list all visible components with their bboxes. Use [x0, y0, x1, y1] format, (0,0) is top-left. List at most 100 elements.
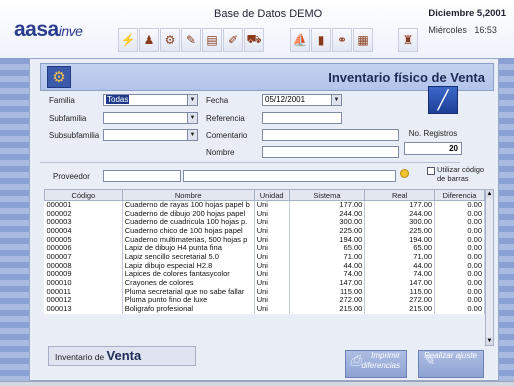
table-row[interactable]: 000001 Cuaderno de rayas 100 hojas papel … [44, 200, 485, 210]
table-cell[interactable]: 000006 [44, 244, 123, 253]
table-cell[interactable]: 000008 [44, 261, 123, 271]
table-cell[interactable]: Lapiz de dibujo H4 punta fina [122, 244, 255, 253]
table-cell[interactable]: 147.00 [289, 279, 366, 288]
table-row[interactable]: 000003 Cuaderno de cuadricula 100 hojas p… [44, 218, 485, 227]
table-cell[interactable]: Lapiz dibujo especial H2.8 [122, 261, 255, 271]
folder-icon[interactable]: ▮ [311, 28, 331, 52]
table-row[interactable]: 000011 Pluma secretarial que no sabe fall… [44, 287, 485, 297]
table-cell[interactable]: 0.00 [434, 270, 485, 279]
table-cell[interactable]: 272.00 [289, 296, 366, 306]
table-cell[interactable]: Cuaderno de cuadricula 100 hojas p. [122, 218, 255, 227]
table-cell[interactable]: Uni [254, 261, 290, 271]
table-cell[interactable]: Uni [254, 244, 290, 253]
subsubfamilia-select[interactable]: ▼ [103, 129, 198, 141]
pencil-icon[interactable]: ✐ [223, 28, 243, 52]
table-cell[interactable]: 000001 [44, 200, 123, 210]
table-cell[interactable]: Uni [254, 305, 290, 314]
familia-select[interactable]: Todas ▼ [103, 94, 198, 106]
col-real[interactable]: Real [364, 189, 436, 201]
table-cell[interactable]: 0.00 [434, 244, 485, 253]
chevron-down-icon[interactable]: ▼ [187, 130, 197, 140]
table-cell[interactable]: 000007 [44, 252, 123, 262]
chevron-down-icon[interactable]: ▼ [187, 95, 197, 105]
table-cell[interactable]: 74.00 [364, 270, 436, 279]
ship-icon[interactable]: ⛵ [290, 28, 310, 52]
table-cell[interactable]: Pluma secretarial que no sabe fallar [122, 287, 255, 297]
table-cell[interactable]: 71.00 [364, 252, 436, 262]
table-cell[interactable]: 177.00 [364, 200, 436, 210]
table-cell[interactable]: 000012 [44, 296, 123, 306]
table-cell[interactable]: 74.00 [289, 270, 366, 279]
col-nombre[interactable]: Nombre [121, 189, 255, 201]
person-icon[interactable]: ♜ [398, 28, 418, 52]
table-cell[interactable]: 0.00 [434, 261, 485, 271]
apply-adjustment-button[interactable]: ✎ Realizar ajuste [418, 350, 484, 378]
col-diferencia[interactable]: Diferencia [434, 189, 485, 201]
table-row[interactable]: 000007 Lapiz sencillo secretarial 5.0 Uni 7… [44, 252, 485, 262]
table-cell[interactable]: 0.00 [434, 287, 485, 297]
table-cell[interactable]: 000011 [44, 287, 123, 297]
network-icon[interactable]: ⚭ [332, 28, 352, 52]
table-cell[interactable]: Uni [254, 226, 290, 236]
table-scrollbar[interactable]: ▲ ▼ [485, 189, 494, 346]
chart-icon[interactable]: ▦ [353, 28, 373, 52]
table-row[interactable]: 000008 Lapiz dibujo especial H2.8 Uni 44.00… [44, 261, 485, 271]
table-cell[interactable]: 194.00 [364, 235, 436, 245]
table-cell[interactable]: 44.00 [289, 261, 366, 271]
bolt-icon[interactable]: ⚡ [118, 28, 138, 52]
lookup-icon[interactable] [400, 169, 409, 178]
table-cell[interactable]: 300.00 [289, 218, 366, 227]
table-row[interactable]: 000013 Boligrafo profesional Uni 215.00 215.… [44, 305, 485, 314]
table-cell[interactable]: Uni [254, 252, 290, 262]
table-cell[interactable]: 000009 [44, 270, 123, 279]
table-cell[interactable]: 300.00 [364, 218, 436, 227]
table-cell[interactable]: Lapiz sencillo secretarial 5.0 [122, 252, 255, 262]
print-differences-button[interactable]: ⎙ Imprimir diferencias [345, 350, 407, 378]
referencia-input[interactable] [262, 112, 342, 124]
table-cell[interactable]: 0.00 [434, 209, 485, 219]
table-cell[interactable]: 0.00 [434, 226, 485, 236]
table-row[interactable]: 000005 Cuaderno multimaterias, 500 hojas … [44, 235, 485, 245]
table-cell[interactable]: 000004 [44, 226, 123, 236]
table-cell[interactable]: Uni [254, 287, 290, 297]
table-row[interactable]: 000004 Cuaderno chico de 100 hojas papel U… [44, 226, 485, 236]
table-cell[interactable]: 225.00 [289, 226, 366, 236]
table-cell[interactable]: 0.00 [434, 200, 485, 210]
table-cell[interactable]: Uni [254, 209, 290, 219]
fecha-field[interactable]: 05/12/2001 ▼ [262, 94, 342, 106]
barcode-checkbox[interactable] [427, 167, 435, 175]
table-cell[interactable]: 0.00 [434, 252, 485, 262]
table-cell[interactable]: 000010 [44, 279, 123, 288]
gear-icon[interactable]: ⚙ [160, 28, 180, 52]
table-cell[interactable]: Cuaderno multimaterias, 500 hojas p [122, 235, 255, 245]
table-cell[interactable]: 0.00 [434, 218, 485, 227]
tag-icon[interactable]: ✎ [181, 28, 201, 52]
table-cell[interactable]: 215.00 [289, 305, 366, 314]
proveedor-code-input[interactable] [103, 170, 181, 182]
table-cell[interactable]: 000005 [44, 235, 123, 245]
chevron-down-icon[interactable]: ▼ [331, 95, 341, 105]
table-cell[interactable]: 115.00 [289, 287, 366, 297]
table-cell[interactable]: Cuaderno chico de 100 hojas papel [122, 226, 255, 236]
table-cell[interactable]: Lapices de colores fantasycolor [122, 270, 255, 279]
table-cell[interactable]: 215.00 [364, 305, 436, 314]
table-cell[interactable]: Cuaderno de dibujo 200 hojas papel [122, 209, 255, 219]
table-cell[interactable]: 000003 [44, 218, 123, 227]
table-cell[interactable]: Cuaderno de rayas 100 hojas papel b [122, 200, 255, 210]
table-row[interactable]: 000002 Cuaderno de dibujo 200 hojas papel… [44, 209, 485, 219]
table-cell[interactable]: Uni [254, 200, 290, 210]
comentario-input[interactable] [262, 129, 399, 141]
table-cell[interactable]: 0.00 [434, 296, 485, 306]
table-cell[interactable]: 71.00 [289, 252, 366, 262]
scroll-down-icon[interactable]: ▼ [486, 337, 493, 345]
table-row[interactable]: 000012 Pluma punto fino de luxe Uni 272.00 2… [44, 296, 485, 306]
table-cell[interactable]: 0.00 [434, 279, 485, 288]
scroll-up-icon[interactable]: ▲ [486, 190, 493, 198]
table-cell[interactable]: Uni [254, 296, 290, 306]
table-cell[interactable]: Pluma punto fino de luxe [122, 296, 255, 306]
table-cell[interactable]: Uni [254, 218, 290, 227]
col-unidad[interactable]: Unidad [253, 189, 290, 201]
table-cell[interactable]: Boligrafo profesional [122, 305, 255, 314]
nombre-input[interactable] [262, 146, 399, 158]
col-sistema[interactable]: Sistema [288, 189, 366, 201]
